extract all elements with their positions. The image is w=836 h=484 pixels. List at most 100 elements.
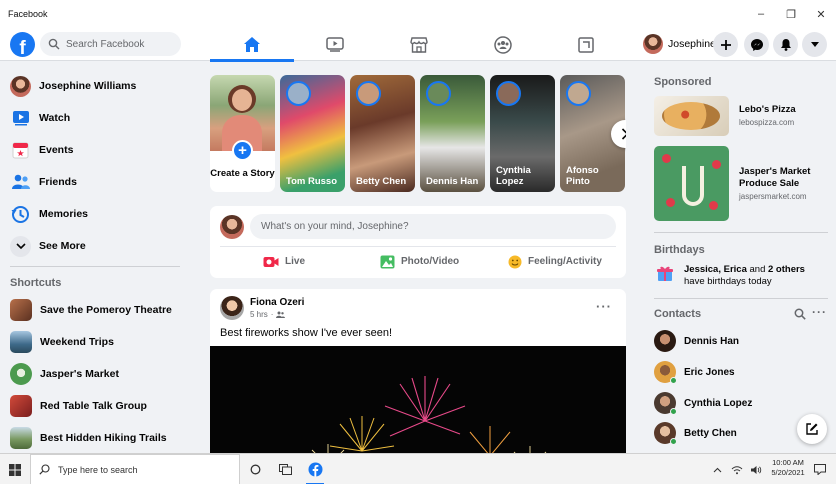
groups-icon (493, 35, 512, 54)
sidebar-item-friends[interactable]: Friends (10, 169, 77, 195)
post-options-button[interactable]: ··· (596, 299, 612, 314)
friends-icon (10, 172, 31, 193)
story-avatar (566, 81, 591, 106)
sidebar-item-label: Memories (39, 208, 89, 220)
sidebar-item-see-more[interactable]: See More (10, 233, 86, 259)
online-indicator (670, 408, 677, 415)
sidebar-item-memories[interactable]: Memories (10, 201, 88, 227)
action-label: Feeling/Activity (528, 256, 602, 267)
tab-marketplace[interactable] (377, 28, 461, 61)
notifications-button[interactable] (773, 32, 798, 57)
post-photo-fireworks[interactable] (210, 346, 626, 453)
contacts-options-icon[interactable]: ··· (812, 305, 827, 319)
live-video-icon (263, 256, 279, 267)
ad-url: jaspersmarket.com (739, 192, 807, 201)
post-time[interactable]: 5 hrs (250, 310, 268, 319)
taskbar-clock[interactable]: 10:00 AM 5/20/2021 (768, 458, 808, 478)
avatar (220, 215, 244, 239)
cortana-button[interactable] (240, 454, 270, 484)
contacts-heading: Contacts (654, 308, 702, 320)
chevron-up-icon (713, 467, 721, 472)
profile-button[interactable]: Josephine (634, 32, 720, 56)
ad-title: Jasper's Market Produce Sale (739, 166, 811, 189)
minimize-button[interactable]: – (746, 0, 776, 28)
avatar (643, 34, 663, 54)
avatar[interactable] (220, 296, 244, 320)
tab-watch[interactable] (294, 28, 378, 61)
sidebar-item-label: Events (39, 144, 74, 156)
feeling-activity-button[interactable]: Feeling/Activity (508, 249, 602, 274)
shortcut-label: Save the Pomeroy Theatre (40, 304, 172, 316)
search-input[interactable] (66, 38, 166, 50)
maximize-button[interactable]: ❐ (776, 0, 806, 28)
tab-home[interactable] (210, 28, 294, 62)
taskbar-search-box[interactable]: Type here to search (30, 454, 240, 484)
sponsored-ad[interactable]: Jasper's Market Produce Sale jaspersmark… (654, 146, 829, 221)
search-box[interactable] (40, 32, 181, 56)
friends-audience-icon (276, 311, 286, 318)
events-icon (10, 140, 31, 161)
story-card[interactable]: Dennis Han (420, 75, 485, 192)
ad-url: lebospizza.com (739, 118, 795, 127)
shortcut-item[interactable]: Best Hidden Hiking Trails (10, 425, 167, 451)
search-contacts-icon[interactable] (794, 308, 806, 320)
sidebar-item-profile[interactable]: Josephine Williams (10, 73, 136, 99)
system-tray-expand[interactable] (708, 454, 726, 484)
create-story-card[interactable]: + Create a Story (210, 75, 275, 192)
windows-logo-icon (9, 463, 21, 476)
sidebar-item-label: Friends (39, 176, 77, 188)
tab-groups[interactable] (461, 28, 545, 61)
photo-video-button[interactable]: Photo/Video (380, 249, 459, 274)
post-author[interactable]: Fiona Ozeri (250, 297, 304, 308)
new-message-button[interactable] (797, 414, 827, 444)
shortcut-item[interactable]: Red Table Talk Group (10, 393, 147, 419)
contact-item[interactable]: Eric Jones (654, 360, 735, 384)
birthday-notice[interactable]: Jessica, Erica and 2 others have birthda… (656, 264, 824, 288)
action-center-button[interactable] (808, 454, 832, 484)
windows-taskbar: Type here to search 10:00 AM 5/20/2021 (0, 453, 836, 484)
action-label: Live (285, 256, 306, 267)
start-button[interactable] (0, 454, 30, 484)
story-card[interactable]: Betty Chen (350, 75, 415, 192)
sidebar-item-events[interactable]: Events (10, 137, 73, 163)
shortcut-item[interactable]: Weekend Trips (10, 329, 114, 355)
account-menu-button[interactable] (802, 32, 827, 57)
shortcut-thumbnail (10, 395, 32, 417)
task-view-button[interactable] (270, 454, 300, 484)
create-button[interactable] (713, 32, 738, 57)
taskbar-facebook-app[interactable] (300, 454, 330, 484)
taskbar-search-placeholder: Type here to search (58, 464, 138, 475)
facebook-logo[interactable]: f (10, 32, 35, 57)
speaker-icon (751, 465, 762, 474)
shortcut-label: Red Table Talk Group (40, 400, 147, 412)
sidebar-item-watch[interactable]: Watch (10, 105, 70, 131)
facebook-app-icon (308, 462, 322, 477)
contact-item[interactable]: Cynthia Lopez (654, 391, 752, 415)
contact-item[interactable]: Dennis Han (654, 329, 739, 353)
contact-name: Betty Chen (684, 427, 737, 439)
contact-avatar (654, 361, 677, 384)
tab-gaming[interactable] (544, 28, 628, 61)
live-video-button[interactable]: Live (263, 249, 305, 274)
home-icon (243, 37, 260, 52)
shortcut-item[interactable]: Jasper's Market (10, 361, 119, 387)
birthday-others[interactable]: 2 others (768, 264, 805, 275)
volume-status[interactable] (747, 454, 765, 484)
section-divider (654, 298, 828, 299)
shortcut-item[interactable]: Save the Pomeroy Theatre (10, 297, 172, 323)
messenger-button[interactable] (744, 32, 769, 57)
contact-item[interactable]: Betty Chen (654, 421, 737, 445)
contact-avatar (654, 422, 677, 445)
clock-time: 10:00 AM (772, 458, 804, 467)
composer-box[interactable] (250, 214, 616, 239)
main-tabs (210, 28, 628, 62)
sponsored-ad[interactable]: Lebo's Pizza lebospizza.com (654, 96, 796, 136)
composer-input[interactable] (261, 221, 591, 232)
search-icon (48, 38, 60, 50)
shortcut-thumbnail (10, 299, 32, 321)
wifi-status[interactable] (728, 454, 746, 484)
story-card[interactable]: Cynthia Lopez (490, 75, 555, 192)
story-avatar (356, 81, 381, 106)
story-card[interactable]: Tom Russo (280, 75, 345, 192)
close-button[interactable]: ✕ (806, 0, 836, 28)
